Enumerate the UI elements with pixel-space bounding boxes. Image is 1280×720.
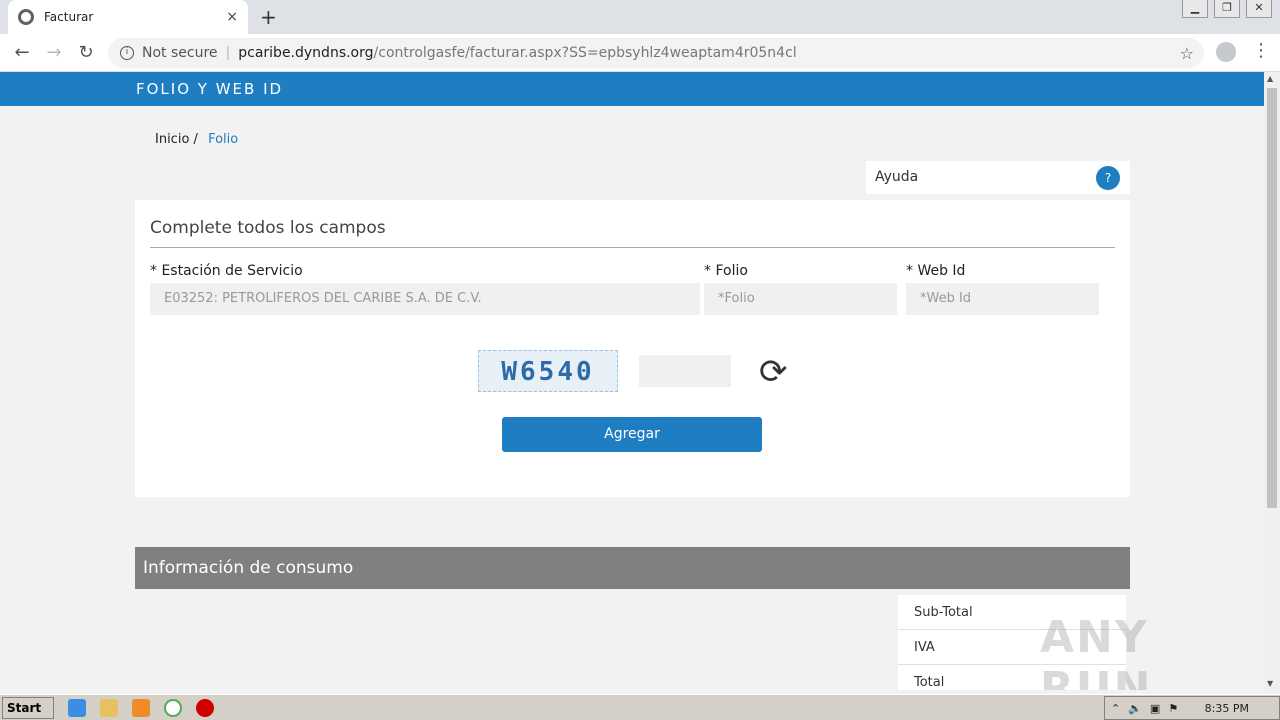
restore-icon[interactable]: ❐: [1214, 0, 1240, 18]
scrollbar-thumb[interactable]: [1267, 88, 1277, 508]
captcha-image: W6540: [478, 350, 618, 392]
reload-icon[interactable]: ↻: [70, 42, 102, 63]
address-bar[interactable]: i Not secure | pcaribe.dyndns.org /contr…: [108, 38, 1204, 68]
bookmark-star-icon[interactable]: ☆: [1180, 44, 1194, 63]
scroll-down-icon[interactable]: ▼: [1267, 679, 1273, 688]
breadcrumb-current: Folio: [208, 132, 239, 147]
volume-icon[interactable]: 🔈: [1128, 702, 1142, 715]
anyrun-watermark: ANY RUN: [1040, 612, 1153, 690]
info-icon[interactable]: i: [120, 46, 134, 60]
ie-icon[interactable]: [68, 698, 86, 717]
windows-taskbar: Start ⌃ 🔈 ▣ ⚑ 8:35 PM: [0, 694, 1280, 720]
browser-menu-icon[interactable]: ⋮: [1252, 40, 1270, 61]
page-viewport: FOLIO Y WEB ID Inicio / Folio Ayuda ? Co…: [0, 72, 1264, 690]
browser-toolbar: ← → ↻ i Not secure | pcaribe.dyndns.org …: [0, 34, 1280, 72]
flag-icon[interactable]: ⚑: [1168, 702, 1178, 715]
back-icon[interactable]: ←: [6, 42, 38, 63]
refresh-captcha-icon[interactable]: ⟳: [759, 352, 788, 392]
page-header: FOLIO Y WEB ID: [0, 72, 1264, 106]
breadcrumb-home-link[interactable]: Inicio /: [155, 132, 198, 147]
page-scrollbar[interactable]: ▲ ▼: [1264, 72, 1280, 690]
station-label: * Estación de Servicio: [150, 263, 303, 279]
opera-icon[interactable]: [196, 698, 214, 717]
form-heading: Complete todos los campos: [150, 218, 386, 238]
omnibox-divider: |: [225, 45, 231, 61]
chrome-icon[interactable]: [164, 698, 182, 717]
media-player-icon[interactable]: [132, 698, 150, 717]
network-icon[interactable]: ▣: [1150, 702, 1160, 715]
folio-input[interactable]: *Folio: [704, 283, 897, 315]
close-window-icon[interactable]: ✕: [1246, 0, 1272, 18]
security-label: Not secure: [142, 45, 218, 61]
scroll-up-icon[interactable]: ▲: [1267, 74, 1273, 83]
captcha-input[interactable]: [639, 355, 731, 387]
close-tab-icon[interactable]: ×: [226, 9, 238, 25]
explorer-folder-icon[interactable]: [100, 698, 118, 717]
page-favicon-icon: [18, 9, 34, 25]
clock: 8:35 PM: [1204, 701, 1249, 715]
consumption-heading: Información de consumo: [135, 547, 1130, 589]
invoice-form-card: Complete todos los campos * Estación de …: [135, 200, 1130, 497]
help-label: Ayuda: [875, 169, 919, 185]
heading-divider: [150, 247, 1115, 248]
minimize-icon[interactable]: ▁: [1182, 0, 1208, 18]
help-question-icon[interactable]: ?: [1096, 166, 1120, 190]
tray-expand-icon[interactable]: ⌃: [1111, 702, 1120, 715]
profile-avatar-icon[interactable]: [1216, 42, 1236, 62]
url-path: /controlgasfe/facturar.aspx?SS=epbsyhlz4…: [373, 45, 797, 61]
forward-icon[interactable]: →: [38, 42, 70, 63]
url-host: pcaribe.dyndns.org: [238, 45, 374, 61]
help-panel[interactable]: Ayuda ?: [866, 161, 1130, 194]
breadcrumb: Inicio / Folio: [155, 132, 238, 147]
tab-title: Facturar: [44, 10, 94, 24]
start-button[interactable]: Start: [2, 696, 54, 719]
agregar-button[interactable]: Agregar: [502, 417, 762, 452]
webid-input[interactable]: *Web Id: [906, 283, 1099, 315]
system-tray: ⌃ 🔈 ▣ ⚑ 8:35 PM: [1104, 696, 1280, 720]
webid-label: * Web Id: [906, 263, 966, 279]
station-select[interactable]: E03252: PETROLIFEROS DEL CARIBE S.A. DE …: [150, 283, 700, 315]
folio-label: * Folio: [704, 263, 748, 279]
browser-tab[interactable]: Facturar ×: [8, 0, 248, 34]
browser-tab-strip: Facturar × + ▁ ❐ ✕: [0, 0, 1280, 34]
window-controls: ▁ ❐ ✕: [1182, 0, 1272, 18]
new-tab-button[interactable]: +: [260, 5, 277, 29]
